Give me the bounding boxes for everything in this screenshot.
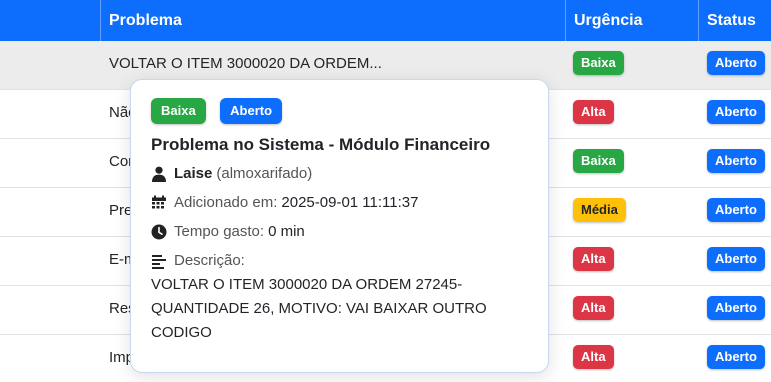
ticket-description: VOLTAR O ITEM 3000020 DA ORDEM 27245- QU… <box>151 276 487 341</box>
calendar-icon <box>152 195 166 208</box>
ticket-title: Problema no Sistema - Módulo Financeiro <box>151 135 491 154</box>
ticket-user-line: Laise (almoxarifado) <box>151 165 528 182</box>
status-badge: Aberto <box>220 98 283 124</box>
header-urgencia[interactable]: Urgência <box>565 0 642 41</box>
user-icon <box>152 166 166 182</box>
ticket-user: Laise <box>174 165 213 182</box>
added-label: Adicionado em: <box>174 194 278 211</box>
status-badge: Aberto <box>707 100 765 124</box>
status-badge: Aberto <box>707 198 765 222</box>
status-badge: Aberto <box>707 51 765 75</box>
header-divider <box>100 0 101 41</box>
urgency-badge: Média <box>573 198 626 222</box>
urgency-badge: Baixa <box>573 51 624 75</box>
status-badge: Aberto <box>707 247 765 271</box>
ticket-department: (almoxarifado) <box>216 165 313 182</box>
desc-label: Descrição: <box>174 252 245 269</box>
time-label: Tempo gasto: <box>174 223 265 240</box>
urgency-badge: Baixa <box>151 98 206 124</box>
urgency-badge: Alta <box>573 345 614 369</box>
urgency-badge: Alta <box>573 100 614 124</box>
table-header: Problema Urgência Status <box>0 0 771 41</box>
urgency-badge: Alta <box>573 296 614 320</box>
header-problema[interactable]: Problema <box>100 0 182 41</box>
urgency-badge: Baixa <box>573 149 624 173</box>
urgency-badge: Alta <box>573 247 614 271</box>
status-badge: Aberto <box>707 345 765 369</box>
added-value: 2025-09-01 11:11:37 <box>281 194 419 211</box>
time-value: 0 min <box>268 223 305 240</box>
ticket-time-line: Tempo gasto: 0 min <box>151 223 528 240</box>
header-status[interactable]: Status <box>698 0 756 41</box>
align-left-icon <box>152 254 166 269</box>
ticket-desc-line: Descrição: <box>151 252 528 269</box>
status-badge: Aberto <box>707 296 765 320</box>
ticket-added-line: Adicionado em: 2025-09-01 11:11:37 <box>151 194 528 211</box>
status-badge: Aberto <box>707 149 765 173</box>
clock-icon <box>151 224 167 239</box>
ticket-detail-popover: Baixa Aberto Problema no Sistema - Módul… <box>130 79 549 373</box>
